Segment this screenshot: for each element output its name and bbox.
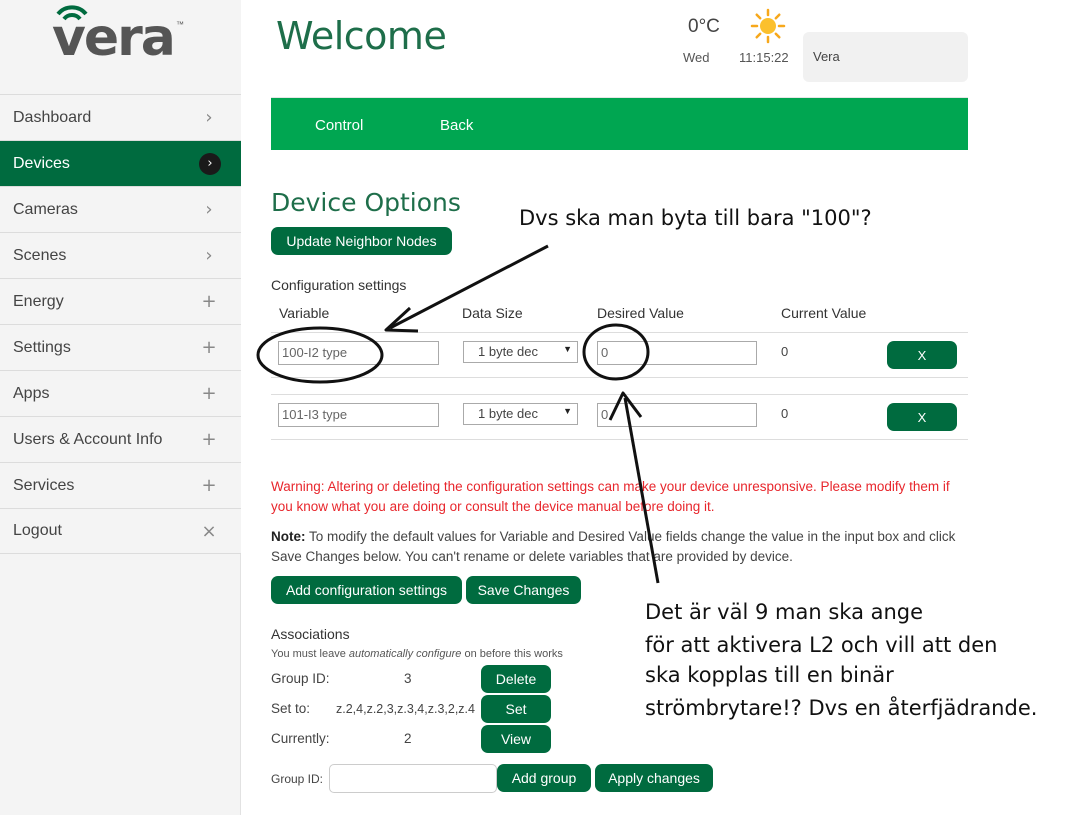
- plus-icon: +: [201, 337, 217, 358]
- sidebar-item-energy[interactable]: Energy +: [0, 278, 241, 324]
- sidebar-item-label: Logout: [13, 522, 62, 539]
- sidebar-item-users[interactable]: Users & Account Info +: [0, 416, 241, 462]
- hint-emphasis: automatically configure: [348, 648, 462, 660]
- close-icon: ×: [201, 520, 217, 542]
- data-size-value: 1 byte dec: [478, 344, 538, 359]
- associations-hint: You must leave automatically configure o…: [271, 648, 563, 660]
- set-button[interactable]: Set: [481, 695, 551, 723]
- config-settings-title: Configuration settings: [271, 277, 407, 293]
- sidebar-item-devices[interactable]: Devices ›: [0, 140, 241, 186]
- sidebar-item-label: Users & Account Info: [13, 430, 163, 448]
- data-size-select[interactable]: 1 byte dec ▼: [463, 341, 578, 363]
- remove-setting-button[interactable]: X: [887, 403, 957, 431]
- current-value: 0: [781, 406, 789, 421]
- sidebar-item-label: Devices: [13, 154, 70, 172]
- sidebar-item-label: Cameras: [13, 200, 78, 218]
- row-divider: [271, 394, 968, 395]
- associations-title: Associations: [271, 626, 350, 642]
- desired-value-input[interactable]: 0: [597, 341, 757, 365]
- user-menu[interactable]: Vera: [803, 32, 968, 82]
- sidebar-item-dashboard[interactable]: Dashboard ›: [0, 94, 241, 140]
- sidebar-item-label: Services: [13, 476, 75, 494]
- dropdown-arrow-icon: ▼: [563, 406, 572, 416]
- hint-text: You must leave: [271, 648, 349, 660]
- sun-icon: [750, 8, 786, 44]
- annotation-arrow-head: [384, 306, 419, 333]
- chevron-right-icon: ›: [205, 199, 213, 220]
- add-configuration-settings-button[interactable]: Add configuration settings: [271, 576, 462, 604]
- clock: 11:15:22: [739, 50, 789, 65]
- currently-label: Currently:: [271, 731, 330, 746]
- group-id-input[interactable]: [329, 764, 497, 793]
- sidebar-item-cameras[interactable]: Cameras ›: [0, 186, 241, 232]
- hint-text: on before this works: [461, 648, 563, 660]
- new-group-id-label: Group ID:: [271, 772, 324, 786]
- update-neighbor-nodes-button[interactable]: Update Neighbor Nodes: [271, 227, 452, 255]
- sidebar-item-label: Settings: [13, 338, 71, 356]
- sidebar-nav: Dashboard › Devices › Cameras › Scenes ›…: [0, 94, 241, 554]
- row-divider: [271, 332, 968, 333]
- save-changes-button[interactable]: Save Changes: [466, 576, 581, 604]
- column-header-data-size: Data Size: [462, 305, 523, 321]
- note-label: Note:: [271, 529, 306, 544]
- variable-input[interactable]: 101-I3 type: [278, 403, 439, 427]
- tab-control[interactable]: Control: [315, 117, 363, 134]
- set-to-value: z.2,4,z.2,3,z.3,4,z.3,2,z.4: [336, 702, 475, 716]
- tab-bar: Control Back: [271, 97, 968, 150]
- plus-icon: +: [201, 429, 217, 450]
- view-button[interactable]: View: [481, 725, 551, 753]
- annotation-line: ska kopplas till en binär: [645, 663, 894, 687]
- sidebar: vera ™ Dashboard › Devices › Cameras › S…: [0, 0, 241, 815]
- currently-value: 2: [404, 731, 412, 746]
- annotation-line: Det är väl 9 man ska ange: [645, 600, 924, 624]
- logo-text: vera: [52, 8, 176, 68]
- vera-logo: vera ™: [0, 0, 241, 94]
- device-options-title: Device Options: [271, 188, 461, 217]
- temperature: 0°C: [688, 16, 720, 37]
- sidebar-item-apps[interactable]: Apps +: [0, 370, 241, 416]
- sidebar-item-scenes[interactable]: Scenes ›: [0, 232, 241, 278]
- sidebar-item-label: Apps: [13, 384, 50, 402]
- column-header-current-value: Current Value: [781, 305, 867, 321]
- data-size-value: 1 byte dec: [478, 406, 538, 421]
- logo-trademark: ™: [176, 20, 184, 29]
- variable-input[interactable]: 100-I2 type: [278, 341, 439, 365]
- chevron-right-icon: ›: [205, 107, 213, 128]
- sidebar-item-settings[interactable]: Settings +: [0, 324, 241, 370]
- note-message: Note: To modify the default values for V…: [271, 527, 968, 567]
- chevron-right-icon: ›: [199, 152, 221, 175]
- delete-button[interactable]: Delete: [481, 665, 551, 693]
- remove-setting-button[interactable]: X: [887, 341, 957, 369]
- note-text: To modify the default values for Variabl…: [271, 529, 956, 564]
- group-id-label: Group ID:: [271, 671, 330, 686]
- plus-icon: +: [201, 291, 217, 312]
- dropdown-arrow-icon: ▼: [563, 344, 572, 354]
- sidebar-item-logout[interactable]: Logout ×: [0, 508, 241, 554]
- column-header-desired-value: Desired Value: [597, 305, 684, 321]
- warning-message: Warning: Altering or deleting the config…: [271, 479, 950, 514]
- add-group-button[interactable]: Add group: [497, 764, 591, 792]
- group-id-value: 3: [404, 671, 412, 686]
- sidebar-item-label: Dashboard: [13, 108, 92, 126]
- row-divider: [271, 439, 968, 440]
- annotation-line: strömbrytare!? Dvs en återfjädrande.: [645, 696, 1038, 720]
- column-header-variable: Variable: [279, 305, 330, 321]
- chevron-right-icon: ›: [205, 245, 213, 266]
- annotation-line: för att aktivera L2 och vill att den: [645, 633, 998, 657]
- sidebar-item-label: Scenes: [13, 246, 67, 264]
- row-divider: [271, 377, 968, 378]
- plus-icon: +: [201, 475, 217, 496]
- set-to-label: Set to:: [271, 701, 311, 716]
- sidebar-item-label: Energy: [13, 292, 64, 310]
- desired-value-input[interactable]: 0: [597, 403, 757, 427]
- page-title: Welcome: [276, 14, 447, 58]
- weekday: Wed: [683, 50, 710, 65]
- plus-icon: +: [201, 383, 217, 404]
- data-size-select[interactable]: 1 byte dec ▼: [463, 403, 578, 425]
- annotation-question: Dvs ska man byta till bara "100"?: [519, 206, 872, 230]
- current-value: 0: [781, 344, 789, 359]
- tab-back[interactable]: Back: [440, 117, 473, 134]
- apply-changes-button[interactable]: Apply changes: [595, 764, 713, 792]
- sidebar-item-services[interactable]: Services +: [0, 462, 241, 508]
